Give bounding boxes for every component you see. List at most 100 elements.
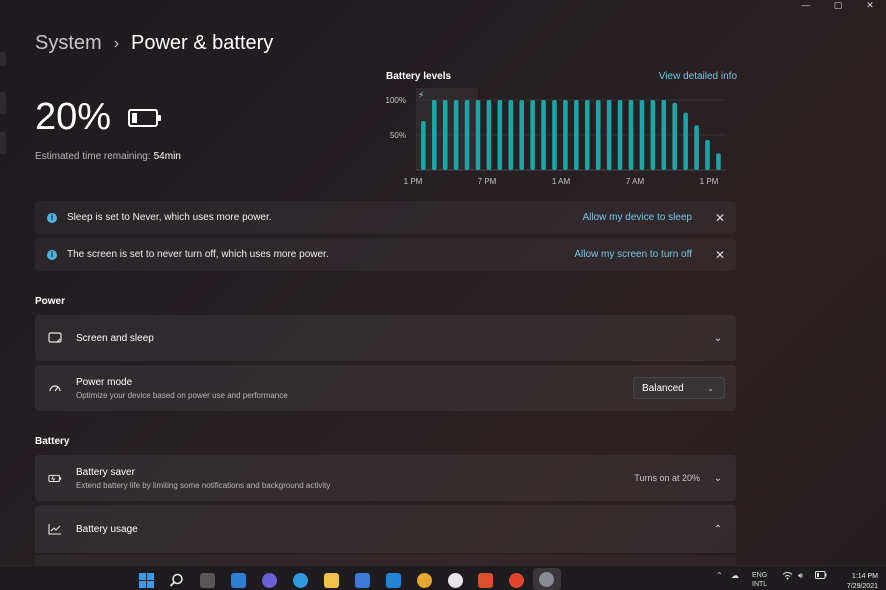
battery-saver-status: Turns on at 20% xyxy=(634,473,700,483)
estimated-time-value: 54min xyxy=(153,151,181,162)
wifi-icon[interactable] xyxy=(782,571,793,582)
view-detailed-info-link[interactable]: View detailed info xyxy=(600,71,737,82)
power-mode-icon xyxy=(48,382,62,394)
allow-screen-off-link[interactable]: Allow my screen to turn off xyxy=(574,249,692,260)
nav-rail xyxy=(0,0,8,590)
power-mode-select[interactable]: Balanced ⌄ xyxy=(633,377,725,399)
chart-bar xyxy=(661,100,667,170)
battery-levels-chart[interactable]: ⚡ 100% 50% 1 PM 7 PM 1 AM 7 AM 1 PM xyxy=(386,84,738,190)
edge-icon[interactable] xyxy=(293,573,308,588)
language-indicator[interactable]: ENG INTL xyxy=(752,571,767,589)
minimize-button[interactable]: — xyxy=(790,0,822,10)
page-title: Power & battery xyxy=(131,32,274,54)
chart-bar xyxy=(453,100,459,170)
chart-bar xyxy=(716,153,721,170)
chart-bar xyxy=(541,100,546,170)
settings-active-app[interactable] xyxy=(533,568,561,590)
game-icon[interactable] xyxy=(478,573,493,588)
power-mode-card: Power mode Optimize your device based on… xyxy=(35,365,736,411)
file-explorer-icon[interactable] xyxy=(324,573,339,588)
chevron-right-icon: › xyxy=(113,34,120,52)
battery-heading: Battery xyxy=(35,436,70,447)
chevron-down-icon[interactable]: ⌄ xyxy=(712,333,724,344)
language-line2: INTL xyxy=(752,581,768,588)
x-tick-label: 7 PM xyxy=(478,177,497,186)
close-icon[interactable]: ✕ xyxy=(714,248,726,262)
chart-bar xyxy=(563,100,568,170)
banner-message: Sleep is set to Never, which uses more p… xyxy=(67,212,272,223)
chart-bar xyxy=(595,100,601,170)
line-chart-icon xyxy=(48,523,62,535)
search-icon[interactable] xyxy=(169,573,184,588)
nav-rail-item[interactable] xyxy=(0,92,6,114)
battery-usage-content xyxy=(35,555,736,565)
close-button[interactable]: ✕ xyxy=(854,0,886,10)
chart-bar xyxy=(672,102,678,170)
chart-bar xyxy=(650,100,656,170)
estimated-time-label: Estimated time remaining: xyxy=(35,151,151,162)
x-tick-label: 1 PM xyxy=(404,177,423,186)
estimated-time: Estimated time remaining: 54min xyxy=(35,151,181,162)
x-tick-label: 1 PM xyxy=(700,177,719,186)
chart-bar xyxy=(530,100,535,170)
chart-bar xyxy=(421,121,426,170)
nav-rail-item[interactable] xyxy=(0,132,6,154)
breadcrumb-system[interactable]: System xyxy=(35,32,102,55)
store-icon[interactable] xyxy=(355,573,370,588)
mail-icon[interactable] xyxy=(386,573,401,588)
maximize-button[interactable]: ▢ xyxy=(822,0,854,10)
chart-bar xyxy=(694,125,699,170)
battery-icon xyxy=(128,109,161,127)
info-icon: i xyxy=(47,212,57,223)
task-view-icon[interactable] xyxy=(200,573,215,588)
charging-icon: ⚡ xyxy=(418,91,424,101)
chrome-icon[interactable] xyxy=(417,573,432,588)
chart-bar xyxy=(584,100,590,170)
chart-title: Battery levels xyxy=(386,71,452,82)
banner-message: The screen is set to never turn off, whi… xyxy=(67,249,329,260)
power-mode-value: Balanced xyxy=(642,382,684,394)
battery-usage-label: Battery usage xyxy=(76,523,138,535)
chart-bar xyxy=(552,100,557,170)
battery-saver-card[interactable]: Battery saver Extend battery life by lim… xyxy=(35,455,736,501)
chevron-down-icon: ⌄ xyxy=(707,383,714,393)
battery-usage-card[interactable]: Battery usage ⌃ xyxy=(35,505,736,553)
chart-bar xyxy=(442,100,448,170)
chart-bar xyxy=(606,100,612,170)
start-icon[interactable] xyxy=(139,573,154,588)
volume-icon[interactable]: 🔊︎ xyxy=(798,571,803,581)
power-mode-description: Optimize your device based on power use … xyxy=(76,390,288,400)
power-heading: Power xyxy=(35,296,66,307)
x-tick-label: 7 AM xyxy=(626,177,645,186)
screen-sleep-icon xyxy=(48,332,62,344)
screen-banner: i The screen is set to never turn off, w… xyxy=(35,238,736,271)
chat-icon[interactable] xyxy=(262,573,277,588)
chart-bar xyxy=(617,100,623,170)
taskbar: ⌃ ☁ ENG INTL 🔊︎ 1:14 PM 7/29/2021 xyxy=(0,565,886,590)
sleep-banner: i Sleep is set to Never, which uses more… xyxy=(35,201,736,234)
widgets-icon[interactable] xyxy=(231,573,246,588)
chevron-down-icon[interactable]: ⌄ xyxy=(712,473,724,484)
chart-bar xyxy=(705,139,710,170)
language-line1: ENG xyxy=(752,572,768,579)
chevron-up-icon[interactable]: ⌃ xyxy=(712,524,724,535)
clock[interactable]: 1:14 PM 7/29/2021 xyxy=(847,572,878,590)
battery-percent: 20% xyxy=(35,96,112,138)
allow-device-sleep-link[interactable]: Allow my device to sleep xyxy=(583,212,693,223)
chart-bar xyxy=(519,100,525,170)
battery-saver-icon xyxy=(48,472,62,484)
chrome-alt-icon[interactable] xyxy=(509,573,524,588)
breadcrumb: System › Power & battery xyxy=(35,32,273,55)
screen-and-sleep-label: Screen and sleep xyxy=(76,332,154,344)
cloud-icon[interactable]: ☁ xyxy=(731,571,739,580)
battery-tray-icon[interactable] xyxy=(815,571,827,581)
chevron-up-icon[interactable]: ⌃ xyxy=(716,571,723,580)
chart-bar xyxy=(464,100,470,170)
chart-bar xyxy=(486,100,492,170)
info-icon: i xyxy=(47,249,57,260)
screen-and-sleep-card[interactable]: Screen and sleep ⌄ xyxy=(35,315,736,361)
battery-saver-label: Battery saver xyxy=(76,466,135,478)
nav-rail-item[interactable] xyxy=(0,52,6,66)
close-icon[interactable]: ✕ xyxy=(714,211,726,225)
slack-icon[interactable] xyxy=(448,573,463,588)
